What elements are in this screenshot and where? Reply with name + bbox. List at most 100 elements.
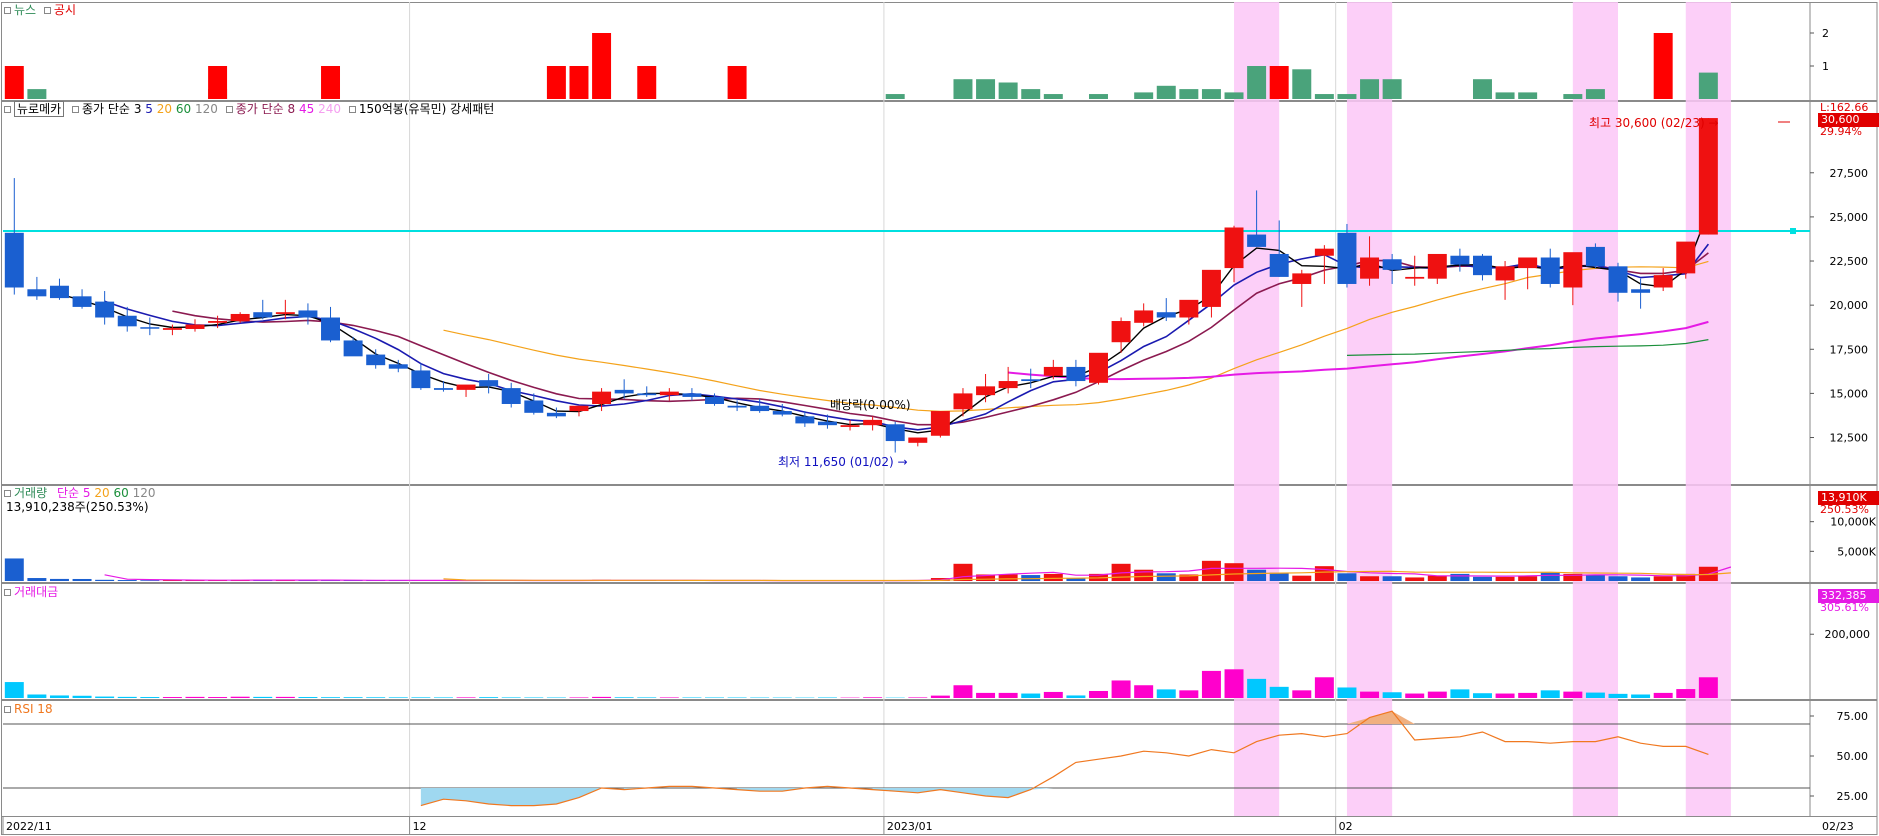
news-bar (1156, 85, 1176, 99)
volume-bar (1653, 576, 1673, 581)
candle-body (1585, 246, 1605, 267)
volume-bar (72, 578, 92, 581)
candle-body (479, 380, 499, 387)
amount-bar (1698, 677, 1718, 698)
stock-name-tag[interactable]: 뉴로메카 (14, 101, 65, 117)
amount-bar (1427, 691, 1447, 698)
news-bar (998, 82, 1018, 99)
candle-body (1156, 312, 1176, 318)
news-legend-label: 뉴스 (14, 3, 37, 17)
volume-bar (1292, 575, 1312, 581)
volume-bar (1043, 573, 1063, 581)
candle-body (637, 393, 657, 396)
candle-body (908, 437, 928, 443)
candle-body (1201, 269, 1221, 307)
news-bar (1224, 92, 1244, 99)
volume-bar (998, 574, 1018, 581)
price-y-tick-6: 12,500 (1830, 432, 1869, 445)
amount-bar (1111, 680, 1131, 698)
candle-body (1337, 232, 1357, 284)
candle-body (366, 354, 386, 366)
candle-body (1495, 266, 1515, 281)
volume-bar (1224, 563, 1244, 581)
candle-body (388, 364, 408, 369)
candle-body (1292, 273, 1312, 284)
disclosure-bar (592, 33, 612, 99)
amount-bar (1337, 687, 1357, 698)
news-bar (976, 79, 996, 99)
disclosure-legend-marker (43, 7, 51, 14)
amount-bar (524, 697, 544, 698)
news-bar (1337, 94, 1357, 99)
amount-bar (1653, 692, 1673, 698)
amount-bar (908, 697, 928, 698)
volume-ma-5: 5 (82, 486, 91, 500)
disclosure-bar (321, 66, 341, 99)
candle-body (1450, 255, 1470, 265)
disclosure-bar (546, 66, 566, 99)
news-bar (1360, 79, 1380, 99)
stock-chart[interactable]: 2 1 27,500 25,000 22,500 20,000 17,500 15,000 12… (0, 0, 1879, 836)
ma-a-period-3: 3 (133, 102, 142, 116)
candle-body (930, 411, 950, 436)
low-annotation-text: 최저 11,650 (01/02) (778, 455, 894, 469)
amount-bar (72, 695, 92, 698)
amount-bar (1292, 690, 1312, 698)
volume-bar (1156, 573, 1176, 581)
candle-body (321, 317, 341, 341)
amount-y-tick-0: 200,000 (1825, 628, 1871, 641)
amount-bar (162, 697, 182, 698)
price-y-tick-0: 27,500 (1830, 167, 1869, 180)
amount-bar (682, 697, 702, 698)
amount-bar (456, 697, 476, 698)
amount-bar (321, 697, 341, 698)
resistance-handle (1790, 228, 1796, 235)
amount-bar (592, 696, 612, 698)
pattern-marker (348, 106, 356, 113)
volume-bar (1382, 576, 1402, 581)
amount-bar (1608, 693, 1628, 698)
candle-body (208, 321, 228, 323)
dividend-annotation-text: 배당락(0.00%) (830, 398, 911, 412)
news-bar (1179, 89, 1199, 99)
amount-bar (1676, 689, 1696, 698)
candle-body (1653, 275, 1673, 288)
volume-bar (1518, 576, 1538, 581)
news-bar (1292, 69, 1312, 99)
rsi-legend-marker (4, 706, 11, 713)
price-y-tick-2: 22,500 (1830, 255, 1869, 268)
rsi-legend-title: RSI 18 (14, 702, 53, 716)
volume-bar (1540, 572, 1560, 581)
amount-bar (1043, 691, 1063, 698)
amount-bar (1563, 691, 1583, 698)
candle-body (1089, 352, 1108, 383)
price-legend: 뉴로메카 종가 단순 3 5 20 60 120 종가 단순 8 45 240 … (4, 101, 494, 117)
candle-body (433, 388, 453, 390)
candle-body (411, 370, 431, 389)
amount-bar (253, 696, 273, 698)
news-legend: 뉴스 공시 (4, 3, 76, 17)
amount-bar (185, 696, 205, 698)
candle-body (727, 405, 747, 408)
candle-body (1608, 266, 1628, 293)
candle-body (1382, 259, 1402, 270)
candle-body (772, 411, 792, 415)
price-y-tick-5: 15,000 (1830, 387, 1869, 400)
amount-bar (863, 697, 883, 698)
amount-bar (1382, 692, 1402, 698)
news-bar (1134, 92, 1154, 99)
candle-body (659, 391, 679, 396)
amount-bar (4, 682, 24, 698)
amount-bar (953, 685, 973, 698)
candle-body (1472, 255, 1492, 276)
candle-body (1134, 310, 1154, 323)
candle-body (49, 285, 69, 299)
candle-body (4, 232, 24, 288)
disclosure-bar (569, 66, 589, 99)
volume-bar (1360, 576, 1380, 581)
volume-bar (1201, 560, 1221, 581)
news-bar (1495, 92, 1515, 99)
amount-bar (659, 697, 679, 698)
volume-legend-title: 거래량 (14, 486, 48, 500)
candle-body (795, 416, 815, 424)
